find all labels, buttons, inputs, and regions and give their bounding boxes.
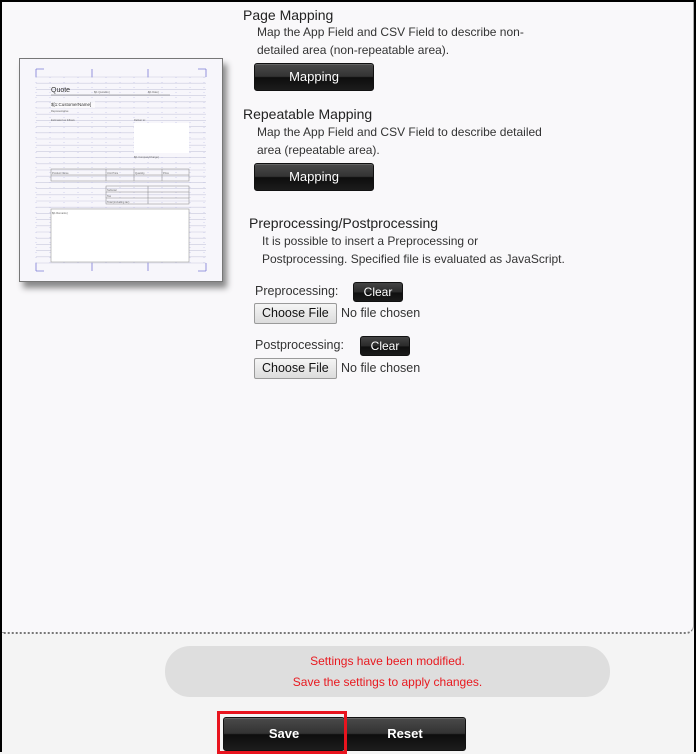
svg-text:Price: Price	[163, 171, 169, 175]
processing-title: Preprocessing/Postprocessing	[249, 215, 439, 231]
template-grid: Quote $[1:CustomerName] $[1:QuoteNo] $[1…	[35, 68, 207, 272]
postprocessing-clear-button[interactable]: Clear	[360, 336, 410, 356]
svg-text:Estimated as follows: Estimated as follows	[51, 118, 75, 122]
modified-notice: Settings have been modified. Save the se…	[165, 646, 610, 697]
preprocessing-clear-button[interactable]: Clear	[353, 282, 403, 302]
page-mapping-button[interactable]: Mapping	[254, 63, 374, 91]
svg-text:Unit Price: Unit Price	[107, 171, 119, 175]
postprocessing-file-status: No file chosen	[341, 361, 421, 375]
reset-button[interactable]: Reset	[344, 717, 466, 751]
svg-text:Product Name: Product Name	[52, 171, 69, 175]
page-mapping-title: Page Mapping	[243, 7, 334, 23]
preprocessing-label: Preprocessing:	[255, 284, 339, 298]
save-highlight-box	[217, 711, 347, 754]
svg-text:Subtotal: Subtotal	[107, 188, 117, 192]
svg-text:Total (including tax): Total (including tax)	[107, 200, 129, 204]
processing-description-2: Postprocessing. Specified file is evalua…	[262, 252, 565, 266]
notice-line-1: Settings have been modified.	[310, 654, 465, 668]
svg-text:$[1:Remarks]: $[1:Remarks]	[52, 211, 68, 215]
postprocessing-label: Postprocessing:	[255, 338, 344, 352]
preview-customer-field: $[1:CustomerName]	[51, 102, 91, 107]
preprocessing-file-status: No file chosen	[341, 306, 421, 320]
svg-text:Deliver to:: Deliver to:	[134, 118, 146, 122]
page-mapping-description-2: detailed area (non-repeatable area).	[257, 43, 450, 57]
repeatable-mapping-button[interactable]: Mapping	[254, 163, 374, 191]
preview-title: Quote	[51, 87, 70, 94]
repeatable-mapping-description-1: Map the App Field and CSV Field to descr…	[257, 125, 542, 139]
repeatable-mapping-title: Repeatable Mapping	[243, 106, 373, 122]
preprocessing-choose-file-button[interactable]: Choose File	[254, 303, 337, 324]
svg-text:$[1:Date]: $[1:Date]	[148, 90, 159, 94]
svg-text:Quantity: Quantity	[135, 171, 145, 175]
notice-line-2: Save the settings to apply changes.	[292, 675, 483, 689]
settings-panel: Quote $[1:CustomerName] $[1:QuoteNo] $[1…	[2, 2, 694, 634]
repeatable-mapping-description-2: area (repeatable area).	[257, 143, 380, 157]
svg-text:Tax: Tax	[107, 194, 112, 198]
page-mapping-description-1: Map the App Field and CSV Field to descr…	[257, 25, 524, 39]
processing-description-1: It is possible to insert a Preprocessing…	[262, 234, 479, 248]
svg-text:Representative: Representative	[51, 109, 69, 113]
template-preview: Quote $[1:CustomerName] $[1:QuoteNo] $[1…	[19, 58, 223, 282]
svg-text:$[1:QuoteNo]: $[1:QuoteNo]	[94, 90, 110, 94]
postprocessing-choose-file-button[interactable]: Choose File	[254, 358, 337, 379]
svg-text:$[1:CompanyCharge]: $[1:CompanyCharge]	[134, 155, 159, 159]
